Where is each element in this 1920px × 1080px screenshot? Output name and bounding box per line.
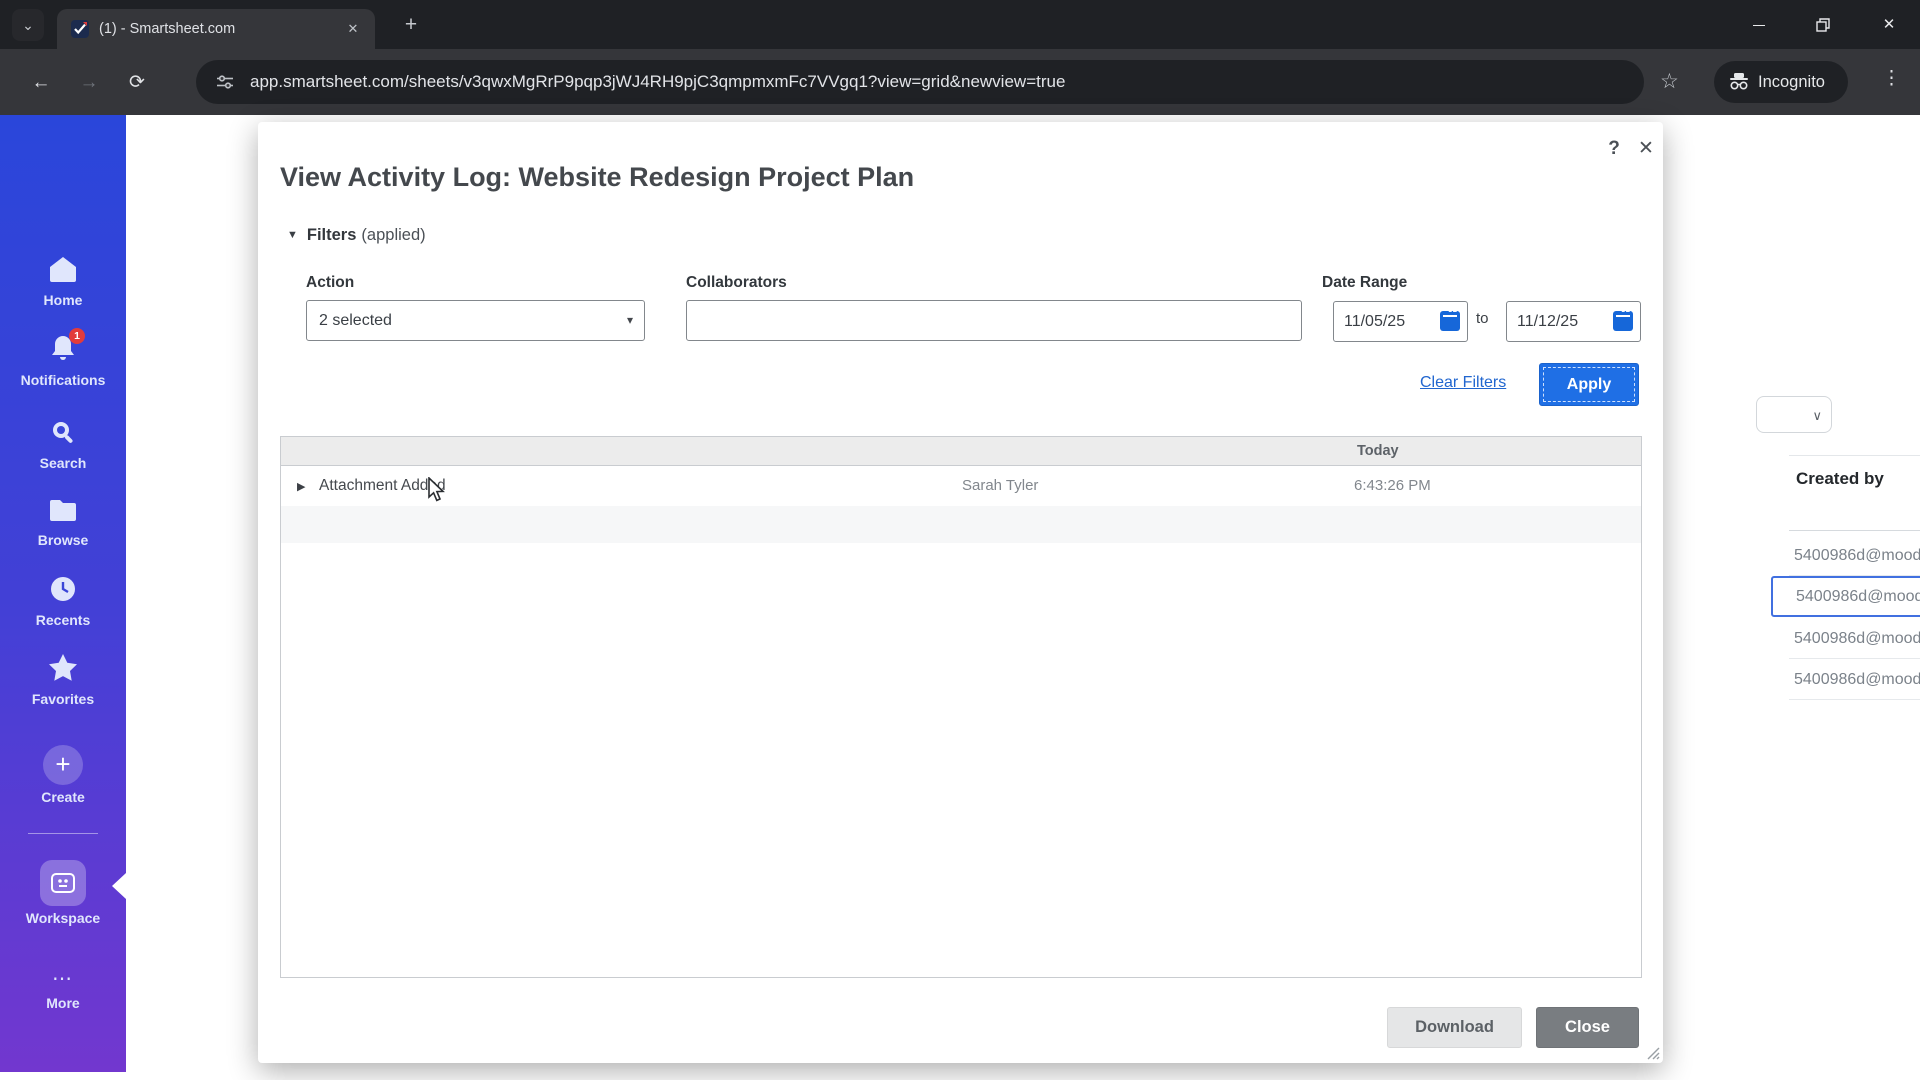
back-icon[interactable]: ← — [28, 70, 54, 96]
filters-applied-note: (applied) — [361, 226, 426, 244]
sidebar-item-more[interactable]: ⋯ More — [0, 966, 126, 1011]
sidebar-item-favorites[interactable]: Favorites — [0, 653, 126, 707]
search-icon — [49, 418, 77, 451]
window-restore-button[interactable] — [1812, 14, 1834, 36]
bookmark-star-icon[interactable]: ☆ — [1660, 69, 1679, 94]
window-close-button[interactable]: ✕ — [1878, 14, 1900, 36]
app-sidebar: Home 1 Notifications Search Browse Recen… — [0, 115, 126, 1080]
sidebar-item-workspace[interactable]: Workspace — [0, 860, 126, 926]
modal-title: View Activity Log: Website Redesign Proj… — [280, 162, 915, 192]
mouse-cursor — [427, 476, 451, 508]
date-range-label: Date Range — [1322, 274, 1408, 291]
screen: ⌄ (1) - Smartsheet.com ✕ + ✕ ← → ⟳ app.s… — [0, 0, 1920, 1080]
column-header-divider — [1789, 530, 1920, 531]
view-selector[interactable]: ∨ — [1756, 396, 1832, 433]
log-time: 6:43:26 PM — [1354, 477, 1431, 494]
incognito-badge: Incognito — [1714, 61, 1848, 103]
url-text: app.smartsheet.com/sheets/v3qwxMgRrP9pqp… — [250, 72, 1066, 91]
browser-tab-bar: ⌄ (1) - Smartsheet.com ✕ + ✕ — [0, 0, 1920, 49]
resize-handle[interactable] — [1644, 1044, 1660, 1065]
more-dots-icon: ⋯ — [52, 968, 74, 990]
action-select[interactable]: 2 selected ▾ — [306, 300, 645, 341]
date-from-input[interactable]: 11/05/25 31 — [1333, 301, 1468, 342]
browser-toolbar: ← → ⟳ app.smartsheet.com/sheets/v3qwxMgR… — [0, 49, 1920, 115]
log-row-ghost — [281, 506, 1641, 543]
home-icon — [48, 255, 78, 288]
log-group-header: Today — [281, 437, 1641, 466]
browser-tab[interactable]: (1) - Smartsheet.com ✕ — [57, 9, 375, 49]
calendar-icon[interactable]: 31 — [1613, 305, 1633, 331]
expand-triangle-icon[interactable]: ▶ — [297, 480, 305, 493]
sidebar-item-recents[interactable]: Recents — [0, 575, 126, 628]
sidebar-item-notifications[interactable]: 1 Notifications — [0, 328, 126, 388]
modal-help-button[interactable]: ? — [1602, 137, 1626, 161]
folder-icon — [48, 498, 78, 528]
collapse-triangle-icon: ▼ — [287, 229, 298, 241]
caret-down-icon: ▾ — [626, 313, 633, 327]
sidebar-item-search[interactable]: Search — [0, 418, 126, 471]
filters-section-toggle[interactable]: ▼ Filters (applied) — [287, 226, 426, 245]
tab-close-icon[interactable]: ✕ — [343, 19, 363, 39]
workspace-icon — [40, 860, 86, 906]
close-button[interactable]: Close — [1536, 1007, 1639, 1048]
smartsheet-favicon-icon — [71, 20, 89, 38]
action-label: Action — [306, 274, 355, 291]
incognito-icon — [1730, 73, 1748, 90]
incognito-label: Incognito — [1758, 73, 1825, 91]
workspace-active-notch — [112, 873, 126, 899]
sidebar-divider — [28, 833, 98, 834]
browser-menu-icon[interactable]: ⋮ — [1882, 67, 1901, 90]
toolbar-divider — [1789, 455, 1920, 456]
bell-icon: 1 — [49, 328, 85, 368]
activity-log-modal: ? ✕ View Activity Log: Website Redesign … — [258, 122, 1663, 1063]
modal-close-icon[interactable]: ✕ — [1634, 137, 1658, 161]
collaborators-label: Collaborators — [686, 274, 787, 291]
collaborators-input[interactable] — [686, 300, 1302, 341]
clock-icon — [49, 575, 77, 608]
sidebar-item-create[interactable]: + Create — [0, 745, 126, 805]
plus-circle-icon: + — [43, 745, 83, 785]
activity-log-table: Today ▶ Attachment Added Sarah Tyler 6:4… — [280, 436, 1642, 978]
date-to-input[interactable]: 11/12/25 31 — [1506, 301, 1641, 342]
date-to-word: to — [1476, 310, 1489, 327]
calendar-icon[interactable]: 31 — [1440, 305, 1460, 331]
window-minimize-button[interactable] — [1748, 14, 1770, 36]
grid-cell-email[interactable]: 5400986d@moodjo — [1789, 618, 1920, 659]
log-group-day: Today — [1357, 443, 1399, 459]
clear-filters-link[interactable]: Clear Filters — [1420, 374, 1506, 392]
log-user: Sarah Tyler — [962, 477, 1039, 494]
download-button[interactable]: Download — [1387, 1007, 1522, 1048]
sidebar-item-home[interactable]: Home — [0, 255, 126, 308]
chevron-down-icon: ∨ — [1812, 408, 1822, 423]
url-bar[interactable]: app.smartsheet.com/sheets/v3qwxMgRrP9pqp… — [196, 60, 1644, 104]
log-row[interactable]: ▶ Attachment Added Sarah Tyler 6:43:26 P… — [281, 466, 1641, 506]
grid-cell-email[interactable]: 5400986d@moodjo — [1789, 659, 1920, 700]
tab-list-chevron-icon[interactable]: ⌄ — [12, 9, 44, 41]
star-icon — [48, 653, 78, 687]
grid-cell-email[interactable]: 5400986d@moodjo — [1789, 535, 1920, 576]
site-settings-icon[interactable] — [216, 73, 234, 96]
filters-heading: Filters — [306, 226, 357, 244]
sidebar-item-browse[interactable]: Browse — [0, 498, 126, 548]
tab-title: (1) - Smartsheet.com — [99, 21, 236, 37]
apply-button[interactable]: Apply — [1539, 363, 1639, 406]
reload-icon[interactable]: ⟳ — [124, 70, 150, 96]
new-tab-button[interactable]: + — [398, 12, 424, 38]
action-select-value: 2 selected — [319, 312, 392, 329]
grid-cell-email-selected[interactable]: 5400986d@moodjo — [1771, 576, 1920, 617]
column-header-created-by[interactable]: Created by — [1796, 469, 1884, 489]
notifications-badge: 1 — [69, 328, 85, 344]
forward-icon[interactable]: → — [76, 70, 102, 96]
